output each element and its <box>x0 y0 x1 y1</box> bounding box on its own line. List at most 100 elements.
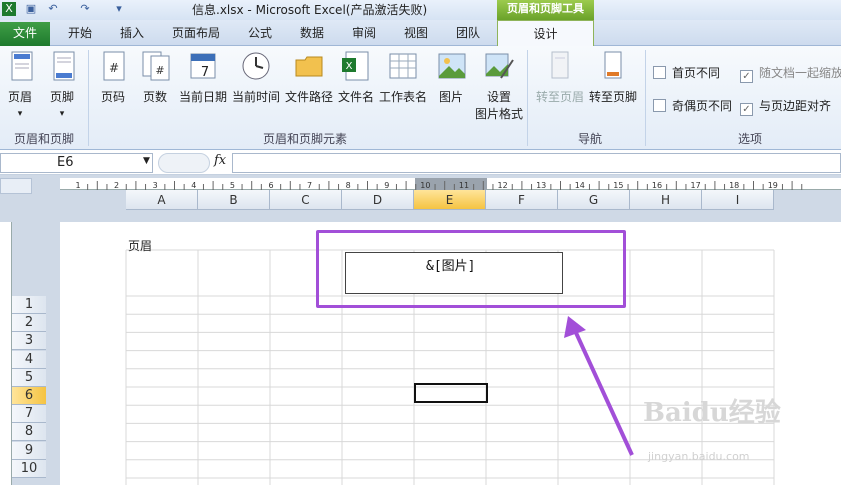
tab-review[interactable]: 审阅 <box>352 24 376 41</box>
option-scale-with-document[interactable]: ✓ 随文档一起缩放 <box>740 64 841 83</box>
column-header-row: ABCDEFGHI <box>126 190 776 210</box>
current-date-label: 当前日期 <box>178 90 227 104</box>
goto-footer-label: 转至页脚 <box>588 90 637 104</box>
row-header-5[interactable]: 5 <box>12 368 46 387</box>
option-different-first-page[interactable]: 首页不同 <box>653 64 720 81</box>
file-path-label: 文件路径 <box>284 90 333 104</box>
tab-page-layout[interactable]: 页面布局 <box>172 24 220 41</box>
customize-quick-access-icon[interactable]: ▾ <box>112 2 126 16</box>
ruler-mark: 7 <box>307 181 312 190</box>
checkbox-checked-icon[interactable]: ✓ <box>740 103 753 116</box>
file-name-label: 文件名 <box>338 90 375 104</box>
sheet-name-label: 工作表名 <box>378 90 427 104</box>
calendar-icon: 7 <box>190 53 216 80</box>
window-title: 信息.xlsx - Microsoft Excel(产品激活失败) <box>192 3 428 17</box>
goto-footer-icon <box>604 51 622 79</box>
tab-insert[interactable]: 插入 <box>120 24 144 41</box>
context-tool-header: 页眉和页脚工具 <box>497 0 594 20</box>
page-number-button[interactable]: # 页码 <box>98 50 128 105</box>
picture-icon <box>438 53 466 79</box>
svg-text:#: # <box>109 61 119 75</box>
row-header-10[interactable]: 10 <box>12 459 46 478</box>
tab-data[interactable]: 数据 <box>300 24 324 41</box>
column-header-g[interactable]: G <box>558 190 630 210</box>
option-label: 首页不同 <box>672 66 721 80</box>
file-path-button[interactable]: 文件路径 <box>284 50 334 105</box>
row-header-4[interactable]: 4 <box>12 350 46 369</box>
checkbox-unchecked-icon[interactable] <box>653 99 666 112</box>
ruler-mark: 6 <box>268 181 273 190</box>
group-divider <box>527 50 528 146</box>
column-header-a[interactable]: A <box>126 190 198 210</box>
goto-header-icon <box>551 51 569 79</box>
tab-formulas[interactable]: 公式 <box>248 24 272 41</box>
clock-icon <box>242 52 270 80</box>
name-box[interactable]: E6 <box>0 153 153 173</box>
insert-function-icon[interactable]: fx <box>214 153 226 168</box>
current-time-label: 当前时间 <box>231 90 280 104</box>
option-label: 奇偶页不同 <box>672 99 733 113</box>
tab-design[interactable]: 设计 <box>497 20 594 47</box>
page-count-button[interactable]: # 页数 <box>140 50 170 105</box>
current-time-button[interactable]: 当前时间 <box>231 50 281 105</box>
ruler-mark: 11 <box>459 181 469 190</box>
format-picture-button[interactable]: 设置 图片格式 <box>474 50 524 122</box>
group-label-navigation: 导航 <box>577 132 602 146</box>
picture-button[interactable]: 图片 <box>436 50 466 105</box>
ruler-mark: 16 <box>652 181 662 190</box>
redo-icon[interactable]: ↷ <box>78 2 92 16</box>
name-box-dropdown-icon[interactable]: ▼ <box>143 156 150 166</box>
title-bar: X ▣ ↶ ↷ ▾ 信息.xlsx - Microsoft Excel(产品激活… <box>0 0 841 20</box>
page-count-icon: # <box>142 51 170 81</box>
header-button-label: 页眉 <box>7 90 32 104</box>
group-divider <box>645 50 646 146</box>
column-header-c[interactable]: C <box>270 190 342 210</box>
page-count-label: 页数 <box>142 90 167 104</box>
ruler-mark: 17 <box>691 181 701 190</box>
checkbox-unchecked-icon[interactable] <box>653 66 666 79</box>
goto-footer-button[interactable]: 转至页脚 <box>588 50 638 105</box>
watermark-brand: Baidu经验 <box>643 398 781 428</box>
row-header-9[interactable]: 9 <box>12 441 46 460</box>
row-header-7[interactable]: 7 <box>12 405 46 424</box>
ruler-mark: 4 <box>191 181 196 190</box>
row-header-6[interactable]: 6 <box>12 387 46 405</box>
column-header-f[interactable]: F <box>486 190 558 210</box>
option-align-with-margins[interactable]: ✓ 与页边距对齐 <box>740 97 831 116</box>
save-icon[interactable]: ▣ <box>24 2 38 16</box>
ruler-ticks: 1 2 3 4 5 6 7 8 9 10 11 12 13 14 15 16 17 18 19 <box>75 178 803 190</box>
option-different-odd-even[interactable]: 奇偶页不同 <box>653 97 732 114</box>
checkbox-checked-icon[interactable]: ✓ <box>740 70 753 83</box>
ruler-mark: 18 <box>729 181 739 190</box>
column-header-b[interactable]: B <box>198 190 270 210</box>
row-header-1[interactable]: 1 <box>12 296 46 314</box>
ruler-mark: 10 <box>420 181 430 190</box>
tab-home[interactable]: 开始 <box>68 24 92 41</box>
tab-team[interactable]: 团队 <box>456 24 480 41</box>
formula-input[interactable] <box>232 153 841 173</box>
ruler-mark: 1 <box>75 181 80 190</box>
footer-icon <box>53 51 75 81</box>
header-icon <box>11 51 33 81</box>
tab-file[interactable]: 文件 <box>0 22 50 46</box>
active-cell[interactable] <box>414 383 488 403</box>
row-header-3[interactable]: 3 <box>12 332 46 351</box>
formula-bar-splitter[interactable] <box>158 153 210 173</box>
column-header-i[interactable]: I <box>702 190 774 210</box>
footer-button[interactable]: 页脚 ▾ <box>48 50 76 119</box>
column-header-h[interactable]: H <box>630 190 702 210</box>
row-header-8[interactable]: 8 <box>12 423 46 442</box>
ruler-mark: 8 <box>346 181 351 190</box>
select-all-corner[interactable] <box>0 178 32 194</box>
row-header-2[interactable]: 2 <box>12 314 46 333</box>
goto-header-button[interactable]: 转至页眉 <box>535 50 585 105</box>
header-button[interactable]: 页眉 ▾ <box>6 50 34 119</box>
current-date-button[interactable]: 7 当前日期 <box>178 50 228 105</box>
column-header-e[interactable]: E <box>414 190 486 210</box>
sheet-name-button[interactable]: 工作表名 <box>378 50 428 105</box>
undo-icon[interactable]: ↶ <box>46 2 60 16</box>
tab-view[interactable]: 视图 <box>404 24 428 41</box>
column-header-d[interactable]: D <box>342 190 414 210</box>
file-name-button[interactable]: X 文件名 <box>338 50 374 105</box>
header-label: 页眉 <box>128 239 153 253</box>
